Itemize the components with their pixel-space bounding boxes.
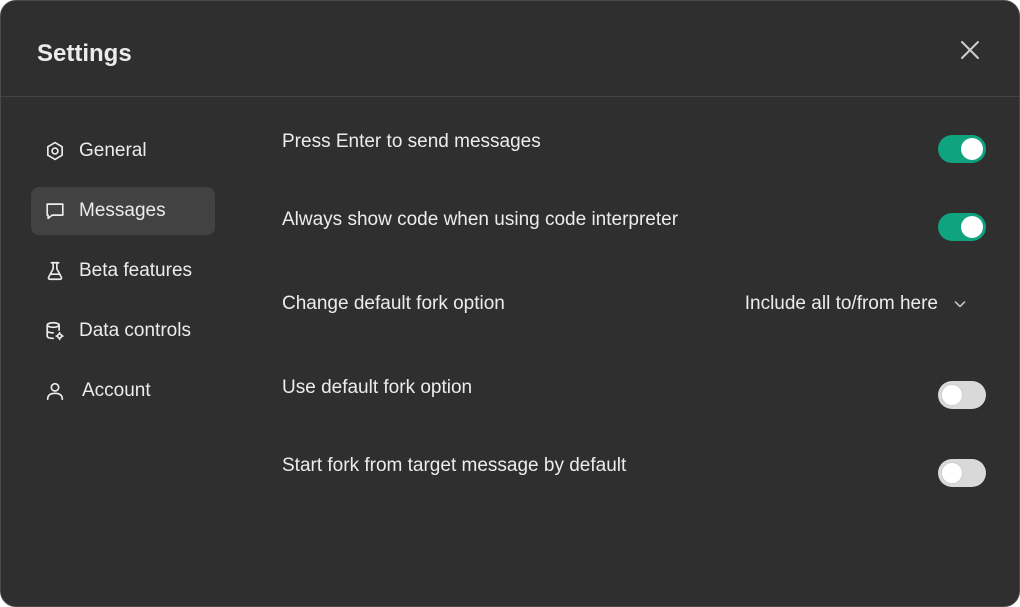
dropdown-value: Include all to/from here xyxy=(744,293,938,314)
toggle-knob xyxy=(941,384,963,406)
settings-sidebar: General Messages Beta features Data cont… xyxy=(31,127,215,427)
show-code-toggle[interactable] xyxy=(938,213,986,241)
gear-icon xyxy=(44,140,66,162)
sidebar-item-label: Data controls xyxy=(79,320,191,341)
sidebar-item-messages[interactable]: Messages xyxy=(31,187,215,235)
settings-dialog: Settings General Messages Beta features … xyxy=(0,0,1020,607)
sidebar-item-label: Messages xyxy=(79,200,166,221)
setting-row-use-default-fork: Use default fork option xyxy=(282,373,986,429)
toggle-knob xyxy=(961,216,983,238)
database-gear-icon xyxy=(44,320,66,342)
setting-row-show-code: Always show code when using code interpr… xyxy=(282,205,986,261)
close-icon xyxy=(960,40,980,65)
fork-target-toggle[interactable] xyxy=(938,459,986,487)
setting-label: Press Enter to send messages xyxy=(282,131,541,152)
setting-label: Start fork from target message by defaul… xyxy=(282,455,627,476)
close-button[interactable] xyxy=(955,37,985,67)
sidebar-item-label: Account xyxy=(82,380,151,401)
sidebar-item-account[interactable]: Account xyxy=(31,367,215,415)
enter-to-send-toggle[interactable] xyxy=(938,135,986,163)
setting-label: Use default fork option xyxy=(282,377,473,398)
dialog-header: Settings xyxy=(1,1,1019,97)
setting-row-fork-option: Change default fork option Include all t… xyxy=(282,289,986,329)
flask-icon xyxy=(44,260,66,282)
sidebar-item-general[interactable]: General xyxy=(31,127,215,175)
setting-label: Change default fork option xyxy=(282,293,505,314)
sidebar-item-label: General xyxy=(79,140,147,161)
toggle-knob xyxy=(941,462,963,484)
message-icon xyxy=(44,200,66,222)
setting-row-fork-target: Start fork from target message by defaul… xyxy=(282,451,986,507)
dialog-title: Settings xyxy=(37,40,132,67)
chevron-down-icon xyxy=(952,296,968,312)
user-icon xyxy=(44,380,66,402)
sidebar-item-beta-features[interactable]: Beta features xyxy=(31,247,215,295)
toggle-knob xyxy=(961,138,983,160)
fork-option-dropdown[interactable]: Include all to/from here xyxy=(745,291,968,317)
sidebar-item-label: Beta features xyxy=(79,260,193,281)
setting-row-enter-to-send: Press Enter to send messages xyxy=(282,127,986,183)
sidebar-item-data-controls[interactable]: Data controls xyxy=(31,307,215,355)
setting-label: Always show code when using code interpr… xyxy=(282,209,679,230)
use-default-fork-toggle[interactable] xyxy=(938,381,986,409)
